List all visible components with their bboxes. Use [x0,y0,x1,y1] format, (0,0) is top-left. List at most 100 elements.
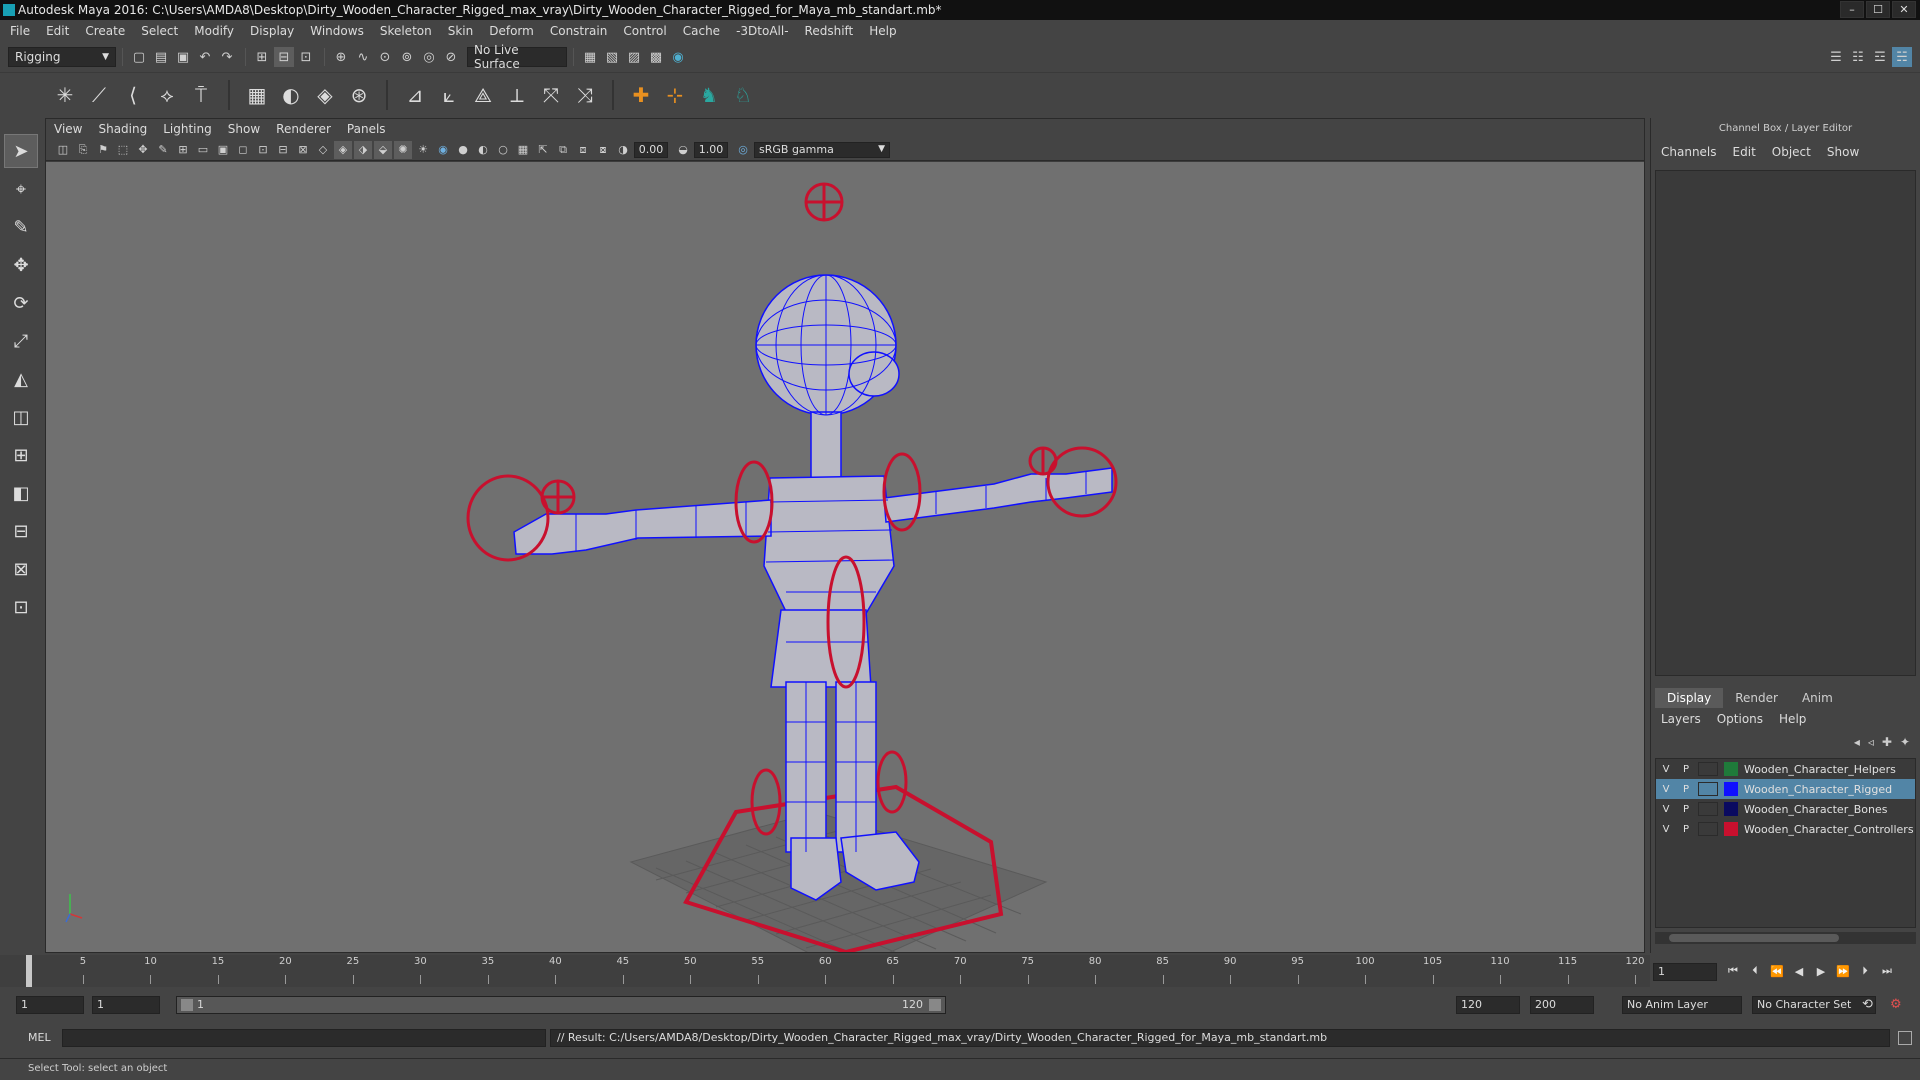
live-surface-field[interactable]: No Live Surface [467,43,567,71]
menu-modify[interactable]: Modify [194,24,234,38]
tab-render[interactable]: Render [1723,688,1790,708]
select-tool-icon[interactable]: ➤ [4,134,38,168]
snap-live-icon[interactable]: ⊘ [441,47,461,67]
menu-windows[interactable]: Windows [310,24,364,38]
start-time-field[interactable]: 1 [16,996,84,1014]
lasso-tool-icon[interactable]: ⌖ [4,172,38,206]
layer-scrollbar[interactable] [1655,932,1916,944]
layout-outliner-icon[interactable]: ⊟ [4,514,38,548]
2d-pan-icon[interactable]: ✥ [134,141,152,159]
layer-menu-help[interactable]: Help [1779,712,1806,726]
panel-menu-panels[interactable]: Panels [347,122,386,136]
layout-graph-icon[interactable]: ⊠ [4,552,38,586]
humanik-control-icon[interactable]: ♘ [726,78,760,112]
mirror-joint-icon[interactable]: ⟨ [116,78,150,112]
snap-view-icon[interactable]: ⊚ [397,47,417,67]
last-tool-icon[interactable]: ◭ [4,362,38,396]
menu-3dtoall[interactable]: -3DtoAll- [736,24,788,38]
scale-tool-icon[interactable]: ⤢ [4,324,38,358]
menu-cache[interactable]: Cache [683,24,720,38]
image-plane-icon[interactable]: ⬚ [114,141,132,159]
modeling-toolkit-icon[interactable]: ☰ [1826,47,1846,67]
bookmark-icon[interactable]: ⚑ [94,141,112,159]
new-scene-icon[interactable]: ▢ [129,47,149,67]
layer-visibility-toggle[interactable]: V [1656,824,1676,835]
layer-playback-toggle[interactable]: P [1676,804,1696,815]
range-end-handle[interactable] [929,999,941,1011]
menuset-dropdown[interactable]: Rigging ▼ [8,47,116,67]
auto-key-icon[interactable]: ⟲ [1862,997,1873,1012]
orient-joint-icon[interactable]: ⟡ [150,78,184,112]
layer-display-type[interactable] [1698,762,1718,776]
panel-menu-show[interactable]: Show [228,122,260,136]
gamma-icon[interactable]: ◒ [674,141,692,159]
motion-blur-icon[interactable]: ● [454,141,472,159]
move-tool-icon[interactable]: ✥ [4,248,38,282]
layer-visibility-toggle[interactable]: V [1656,804,1676,815]
channel-box-body[interactable] [1655,170,1916,676]
anim-layer-dropdown[interactable]: No Anim Layer [1622,996,1742,1014]
cb-menu-show[interactable]: Show [1827,145,1859,159]
playhead[interactable] [26,955,32,987]
select-hierarchy-icon[interactable]: ⊞ [252,47,272,67]
color-management-icon[interactable]: ◎ [734,141,752,159]
playback-end-field[interactable]: 120 [1456,996,1520,1014]
menu-select[interactable]: Select [141,24,178,38]
play-backwards-icon[interactable]: ◀ [1790,962,1808,980]
layer-display-type[interactable] [1698,782,1718,796]
layer-visibility-toggle[interactable]: V [1656,784,1676,795]
menu-file[interactable]: File [10,24,30,38]
range-slider[interactable]: 1 120 [176,996,946,1014]
backface-icon[interactable]: ⧇ [594,141,612,159]
depth-of-field-icon[interactable]: ○ [494,141,512,159]
current-frame-field[interactable]: 1 [1653,963,1717,981]
wireframe-icon[interactable]: ◇ [314,141,332,159]
menu-skin[interactable]: Skin [448,24,474,38]
bind-skin-icon[interactable]: ⊿ [398,78,432,112]
exposure-field[interactable]: 0.00 [634,141,668,158]
grid-toggle-icon[interactable]: ⊞ [174,141,192,159]
ik-handle-icon[interactable]: ⍑ [184,78,218,112]
end-time-field[interactable]: 200 [1530,996,1594,1014]
layer-visibility-toggle[interactable]: V [1656,764,1676,775]
insert-joint-icon[interactable]: ⟋ [82,78,116,112]
menu-create[interactable]: Create [85,24,125,38]
tab-display[interactable]: Display [1655,688,1724,708]
grease-pencil-icon[interactable]: ✎ [154,141,172,159]
move-layer-up-icon[interactable]: ◂ [1854,735,1860,749]
time-slider[interactable]: 1510152025303540455055606570758085909510… [0,955,1650,987]
layer-color-swatch[interactable] [1724,802,1738,816]
redo-icon[interactable]: ↷ [217,47,237,67]
panel-menu-view[interactable]: View [54,122,82,136]
menu-control[interactable]: Control [623,24,666,38]
layout-hypershade-icon[interactable]: ⊡ [4,590,38,624]
channel-box-icon[interactable]: ☵ [1892,47,1912,67]
camera-select-icon[interactable]: ◫ [54,141,72,159]
tool-settings-icon[interactable]: ☲ [1870,47,1890,67]
character-set-dropdown[interactable]: No Character Set [1752,996,1876,1014]
layer-playback-toggle[interactable]: P [1676,784,1696,795]
gate-mask-icon[interactable]: ◻ [234,141,252,159]
layer-row[interactable]: V P Wooden_Character_Rigged [1656,779,1915,799]
move-layer-down-icon[interactable]: ◃ [1868,735,1874,749]
range-start-handle[interactable] [181,999,193,1011]
snap-grid-icon[interactable]: ⊕ [331,47,351,67]
select-object-icon[interactable]: ⊟ [274,47,294,67]
sculpt-icon[interactable]: ⊛ [342,78,376,112]
scrollbar-thumb[interactable] [1669,934,1839,942]
new-empty-layer-icon[interactable]: ✚ [1882,735,1892,749]
render-view-icon[interactable]: ◉ [668,47,688,67]
layer-row[interactable]: V P Wooden_Character_Controllers [1656,819,1915,839]
resolution-gate-icon[interactable]: ▣ [214,141,232,159]
panel-menu-lighting[interactable]: Lighting [163,122,212,136]
layer-menu-layers[interactable]: Layers [1661,712,1701,726]
step-back-frame-icon[interactable]: ⏴ [1746,962,1764,980]
3d-viewport[interactable]: persp [46,162,1644,952]
layer-row[interactable]: V P Wooden_Character_Helpers [1656,759,1915,779]
step-forward-frame-icon[interactable]: ⏵ [1856,962,1874,980]
snap-point-icon[interactable]: ⊙ [375,47,395,67]
lattice-icon[interactable]: ▦ [240,78,274,112]
safe-title-icon[interactable]: ⊠ [294,141,312,159]
smooth-bind-icon[interactable]: ⟀ [432,78,466,112]
smooth-shade-icon[interactable]: ◈ [334,140,352,159]
